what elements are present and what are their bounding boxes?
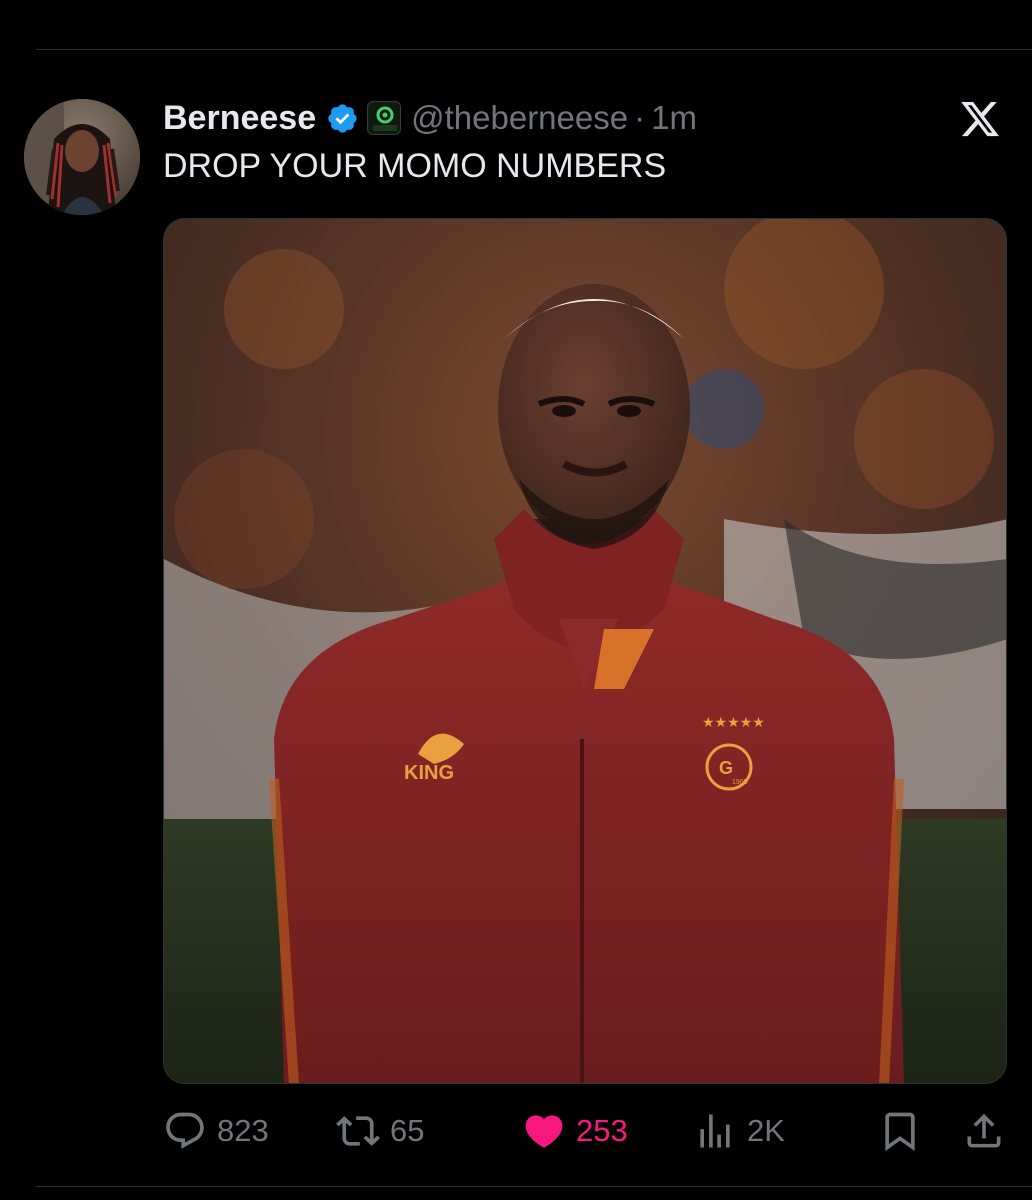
top-divider <box>36 49 1032 50</box>
media-photo: KING G 1905 ★★★★★ <box>164 219 1006 1083</box>
reply-button[interactable]: 823 <box>163 1104 269 1158</box>
author-display-name[interactable]: Berneese <box>163 99 316 138</box>
svg-text:G: G <box>719 758 733 778</box>
repost-button[interactable]: 65 <box>336 1104 424 1158</box>
affiliate-logo-icon <box>369 103 401 134</box>
repost-icon <box>336 1116 380 1146</box>
svg-text:★★★★★: ★★★★★ <box>702 715 765 731</box>
avatar[interactable] <box>24 99 140 215</box>
avatar-image <box>24 99 140 215</box>
share-icon <box>967 1113 1001 1148</box>
x-logo-icon[interactable] <box>958 98 1002 140</box>
bookmark-button[interactable] <box>878 1104 922 1158</box>
like-count: 253 <box>576 1113 628 1148</box>
verified-badge-icon <box>328 103 357 133</box>
post-text: DROP YOUR MOMO NUMBERS <box>163 147 667 185</box>
heart-icon <box>525 1115 563 1148</box>
repost-count: 65 <box>390 1113 425 1148</box>
views-button[interactable]: 2K <box>693 1104 785 1158</box>
crest-year-text: 1905 <box>732 779 748 786</box>
bottom-divider <box>36 1186 1032 1187</box>
views-count: 2K <box>747 1113 785 1148</box>
like-button[interactable]: 253 <box>522 1104 628 1158</box>
post-timestamp[interactable]: 1m <box>651 99 697 137</box>
views-chart-icon <box>700 1114 730 1148</box>
share-button[interactable] <box>962 1104 1006 1158</box>
post-actions: 823 65 253 2K <box>0 1104 1032 1158</box>
separator-dot: · <box>634 99 646 136</box>
post-header: Berneese @theberneese · 1m <box>163 96 697 140</box>
reply-count: 823 <box>217 1113 269 1148</box>
affiliate-badge-icon[interactable] <box>367 101 402 135</box>
jacket-print-text: KING <box>404 762 454 784</box>
bookmark-icon <box>885 1112 915 1152</box>
author-handle[interactable]: @theberneese <box>411 99 628 137</box>
post-media[interactable]: KING G 1905 ★★★★★ <box>163 218 1007 1084</box>
reply-icon <box>166 1112 204 1149</box>
